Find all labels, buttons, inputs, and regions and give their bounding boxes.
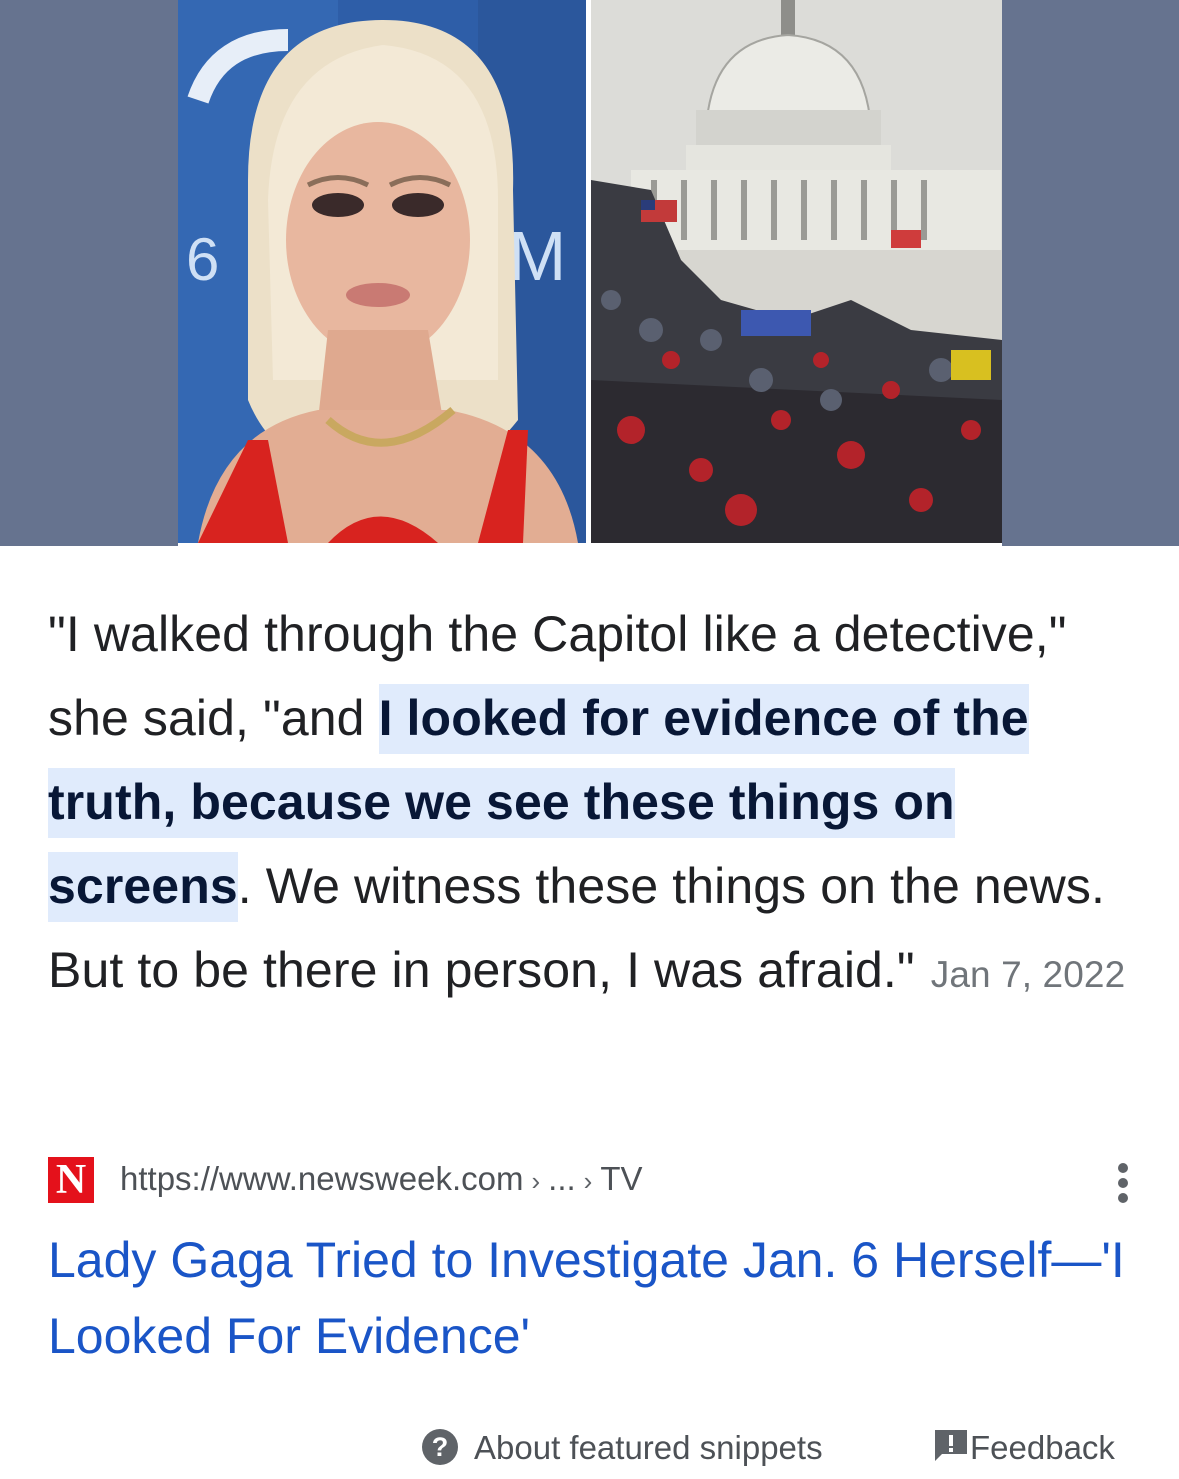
more-vertical-icon[interactable] (1116, 1163, 1130, 1203)
feedback-icon (932, 1428, 970, 1464)
featured-image-banner: 6 M (0, 0, 1179, 546)
capitol-photo (591, 0, 1002, 543)
source-breadcrumb-ellipsis: ... (548, 1160, 576, 1197)
help-circle-icon: ? (422, 1429, 458, 1466)
newsweek-favicon: N (48, 1157, 94, 1203)
breadcrumb-separator-icon: › (531, 1166, 541, 1196)
about-featured-snippets-button[interactable]: ? About featured snippets (422, 1426, 823, 1470)
source-row: N https://www.newsweek.com ›... › TV (48, 1155, 1138, 1205)
source-url[interactable]: https://www.newsweek.com ›... › TV (120, 1159, 643, 1201)
feedback-button[interactable]: Feedback (932, 1426, 1115, 1470)
snippet-footer: ? About featured snippets Feedback (0, 1420, 1179, 1476)
breadcrumb-separator-icon: › (583, 1166, 593, 1196)
backdrop-text-6: 6 (186, 226, 219, 293)
featured-snippet-text: "I walked through the Capitol like a det… (48, 592, 1138, 1017)
featured-image[interactable]: 6 M (178, 0, 1002, 546)
feedback-label: Feedback (970, 1429, 1115, 1466)
result-title-link[interactable]: Lady Gaga Tried to Investigate Jan. 6 He… (48, 1222, 1128, 1374)
source-url-base: https://www.newsweek.com (120, 1160, 524, 1197)
about-featured-snippets-label: About featured snippets (474, 1429, 823, 1466)
portrait-photo: 6 M (178, 0, 586, 543)
backdrop-text-m: M (508, 217, 566, 295)
snippet-date: Jan 7, 2022 (930, 954, 1126, 995)
source-breadcrumb-section: TV (600, 1160, 643, 1197)
